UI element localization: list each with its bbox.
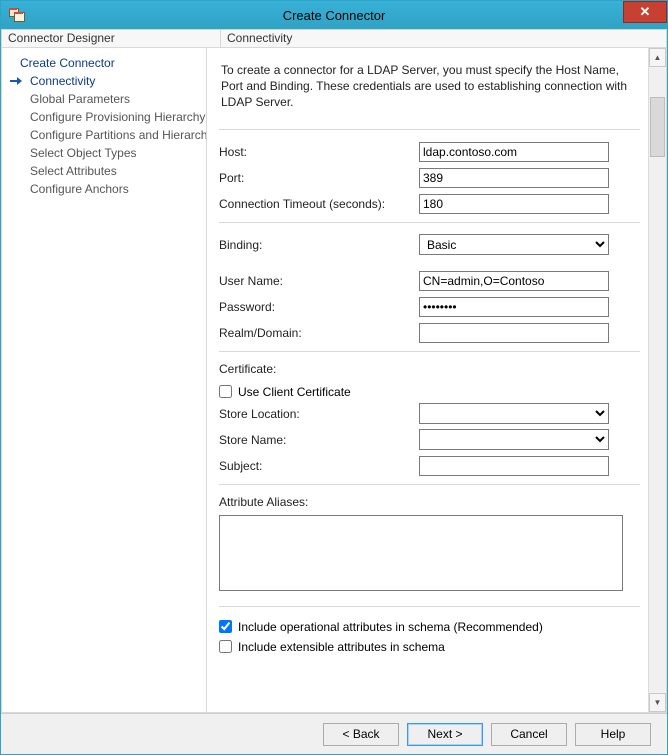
scroll-up-button[interactable]: ▲ xyxy=(649,48,666,67)
binding-select[interactable]: Basic xyxy=(419,234,609,255)
sidebar-item-label: Create Connector xyxy=(20,56,115,70)
timeout-input[interactable] xyxy=(419,194,609,214)
realm-label: Realm/Domain: xyxy=(219,326,419,340)
store-location-label: Store Location: xyxy=(219,407,419,421)
port-input[interactable] xyxy=(419,168,609,188)
host-label: Host: xyxy=(219,145,419,159)
window: Create Connector ✕ Connector Designer Co… xyxy=(0,0,668,755)
realm-input[interactable] xyxy=(419,323,609,343)
store-name-label: Store Name: xyxy=(219,433,419,447)
divider xyxy=(219,222,640,223)
store-name-select[interactable] xyxy=(419,429,609,450)
scroll-track[interactable] xyxy=(650,67,665,693)
certificate-section-label: Certificate: xyxy=(219,362,640,376)
chevron-up-icon: ▲ xyxy=(654,53,662,62)
next-button[interactable]: Next > xyxy=(407,723,483,746)
include-operational-label: Include operational attributes in schema… xyxy=(238,620,543,634)
username-label: User Name: xyxy=(219,274,419,288)
close-button[interactable]: ✕ xyxy=(623,1,667,23)
vertical-scrollbar[interactable]: ▲ ▼ xyxy=(648,48,666,712)
divider xyxy=(219,129,640,130)
sidebar-item-label: Select Object Types xyxy=(30,146,137,160)
right-column-header: Connectivity xyxy=(220,30,667,48)
use-client-certificate-checkbox[interactable] xyxy=(219,385,232,398)
footer: < Back Next > Cancel Help xyxy=(1,713,667,754)
include-extensible-checkbox[interactable] xyxy=(219,640,232,653)
timeout-label: Connection Timeout (seconds): xyxy=(219,197,419,211)
intro-text: To create a connector for a LDAP Server,… xyxy=(219,58,640,123)
password-input[interactable] xyxy=(419,297,609,317)
titlebar: Create Connector ✕ xyxy=(1,1,667,29)
divider xyxy=(219,484,640,485)
sidebar-item-label: Configure Provisioning Hierarchy xyxy=(30,110,205,124)
back-button[interactable]: < Back xyxy=(323,723,399,746)
sidebar-item-global-parameters[interactable]: Global Parameters xyxy=(2,90,206,108)
attribute-aliases-label: Attribute Aliases: xyxy=(219,495,640,509)
sidebar-item-configure-provisioning-hierarchy[interactable]: Configure Provisioning Hierarchy xyxy=(2,108,206,126)
sidebar-item-select-object-types[interactable]: Select Object Types xyxy=(2,144,206,162)
host-input[interactable] xyxy=(419,142,609,162)
main-panel: To create a connector for a LDAP Server,… xyxy=(207,48,648,712)
sidebar-item-label: Configure Anchors xyxy=(30,182,129,196)
sidebar-item-label: Select Attributes xyxy=(30,164,117,178)
include-operational-checkbox[interactable] xyxy=(219,620,232,633)
sidebar-item-label: Global Parameters xyxy=(30,92,130,106)
chevron-down-icon: ▼ xyxy=(654,698,662,707)
attribute-aliases-textarea[interactable] xyxy=(219,515,623,591)
scroll-thumb[interactable] xyxy=(650,97,665,157)
port-label: Port: xyxy=(219,171,419,185)
include-extensible-label: Include extensible attributes in schema xyxy=(238,640,445,654)
store-location-select[interactable] xyxy=(419,403,609,424)
cancel-button[interactable]: Cancel xyxy=(491,723,567,746)
left-column-header: Connector Designer xyxy=(1,30,220,48)
password-label: Password: xyxy=(219,300,419,314)
close-icon: ✕ xyxy=(640,4,651,20)
binding-label: Binding: xyxy=(219,238,419,252)
arrow-right-icon xyxy=(10,76,22,86)
sidebar-item-configure-partitions-hierarchies[interactable]: Configure Partitions and Hierarchies xyxy=(2,126,206,144)
sidebar-item-select-attributes[interactable]: Select Attributes xyxy=(2,162,206,180)
window-title: Create Connector xyxy=(1,8,667,23)
column-headers: Connector Designer Connectivity xyxy=(1,29,667,48)
sidebar-item-configure-anchors[interactable]: Configure Anchors xyxy=(2,180,206,198)
sidebar-item-create-connector[interactable]: Create Connector xyxy=(2,54,206,72)
use-client-certificate-label: Use Client Certificate xyxy=(238,385,351,399)
divider xyxy=(219,351,640,352)
scroll-down-button[interactable]: ▼ xyxy=(649,693,666,712)
sidebar-item-label: Configure Partitions and Hierarchies xyxy=(30,128,207,142)
sidebar-item-label: Connectivity xyxy=(30,74,95,88)
subject-input[interactable] xyxy=(419,456,609,476)
help-button[interactable]: Help xyxy=(575,723,651,746)
sidebar-item-connectivity[interactable]: Connectivity xyxy=(2,72,206,90)
username-input[interactable] xyxy=(419,271,609,291)
divider xyxy=(219,606,640,607)
sidebar: Create Connector Connectivity Global Par… xyxy=(1,48,207,713)
subject-label: Subject: xyxy=(219,459,419,473)
